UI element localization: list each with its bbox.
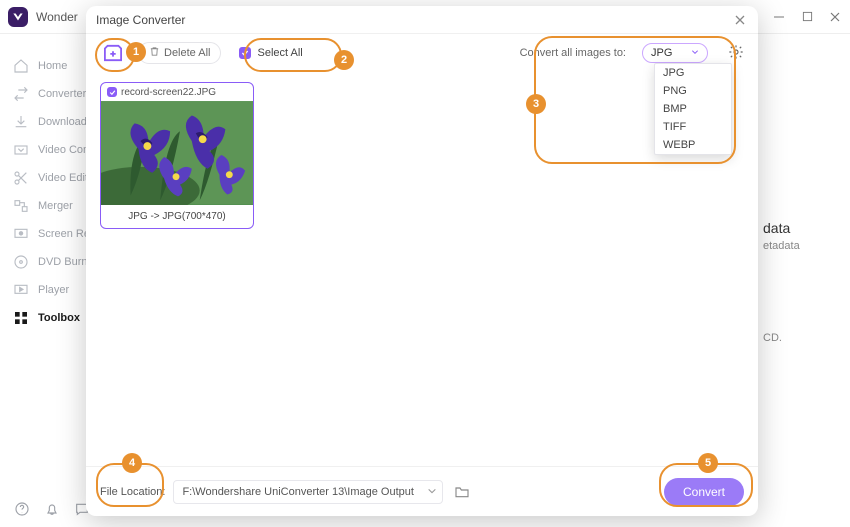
trash-icon [149,46,160,60]
sidebar-item-label: Merger [38,200,73,212]
sidebar-item-label: Player [38,284,69,296]
format-dropdown: JPG PNG BMP TIFF WEBP [654,63,732,155]
grid-icon [12,309,30,327]
image-thumbnail[interactable]: record-screen22.JPG JPG -> JPG(700*470) [100,82,254,229]
merge-icon [12,197,30,215]
record-icon [12,225,30,243]
sidebar-item-screenrec[interactable]: Screen Recorder [0,220,100,248]
thumbnail-caption: JPG -> JPG(700*470) [101,205,253,228]
dialog-close-button[interactable] [732,12,748,28]
sidebar-item-dvd[interactable]: DVD Burner [0,248,100,276]
sidebar-item-merger[interactable]: Merger [0,192,100,220]
sidebar-item-downloader[interactable]: Downloader [0,108,100,136]
format-select[interactable]: JPG [642,43,708,63]
sidebar-item-label: Home [38,60,67,72]
format-option[interactable]: TIFF [655,118,731,136]
thumbnail-image [101,101,253,205]
convert-to-label: Convert all images to: [520,47,626,59]
chevron-down-icon [691,47,699,59]
sidebar-item-converter[interactable]: Converter [0,80,100,108]
select-all-checkbox[interactable]: Select All [233,47,308,59]
right-panel: data etadata CD. [755,60,850,354]
minimize-button[interactable] [772,10,786,24]
scissors-icon [12,169,30,187]
maximize-button[interactable] [800,10,814,24]
play-icon [12,281,30,299]
download-icon [12,113,30,131]
bell-icon[interactable] [44,501,60,520]
sidebar-item-editor[interactable]: Video Editor [0,164,100,192]
image-converter-dialog: Image Converter Delete All Select All Co… [86,6,758,516]
format-option[interactable]: JPG [655,64,731,82]
convert-icon [12,85,30,103]
close-button[interactable] [828,10,842,24]
format-option[interactable]: BMP [655,100,731,118]
sidebar-item-label: Converter [38,88,86,100]
sidebar-item-label: Toolbox [38,312,80,324]
file-location-input[interactable] [173,480,443,504]
convert-button[interactable]: Convert [664,478,744,506]
app-logo [8,7,28,27]
format-option[interactable]: PNG [655,82,731,100]
format-option[interactable]: WEBP [655,136,731,154]
checkmark-icon [239,47,251,59]
home-icon [12,57,30,75]
thumbnail-filename: record-screen22.JPG [121,87,216,98]
open-folder-button[interactable] [451,481,473,503]
add-image-button[interactable] [100,42,126,64]
help-icon[interactable] [14,501,30,520]
settings-button[interactable] [728,44,744,63]
delete-all-button[interactable]: Delete All [138,42,221,64]
disc-icon [12,253,30,271]
sidebar-item-home[interactable]: Home [0,52,100,80]
sidebar-item-player[interactable]: Player [0,276,100,304]
sidebar-item-compressor[interactable]: Video Compressor [0,136,100,164]
sidebar-item-toolbox[interactable]: Toolbox [0,304,100,332]
file-location-label: File Location: [100,486,165,498]
thumbnail-checkbox[interactable] [107,87,117,97]
dialog-title: Image Converter [96,13,185,27]
sidebar: Home Converter Downloader Video Compress… [0,34,100,527]
compress-icon [12,141,30,159]
